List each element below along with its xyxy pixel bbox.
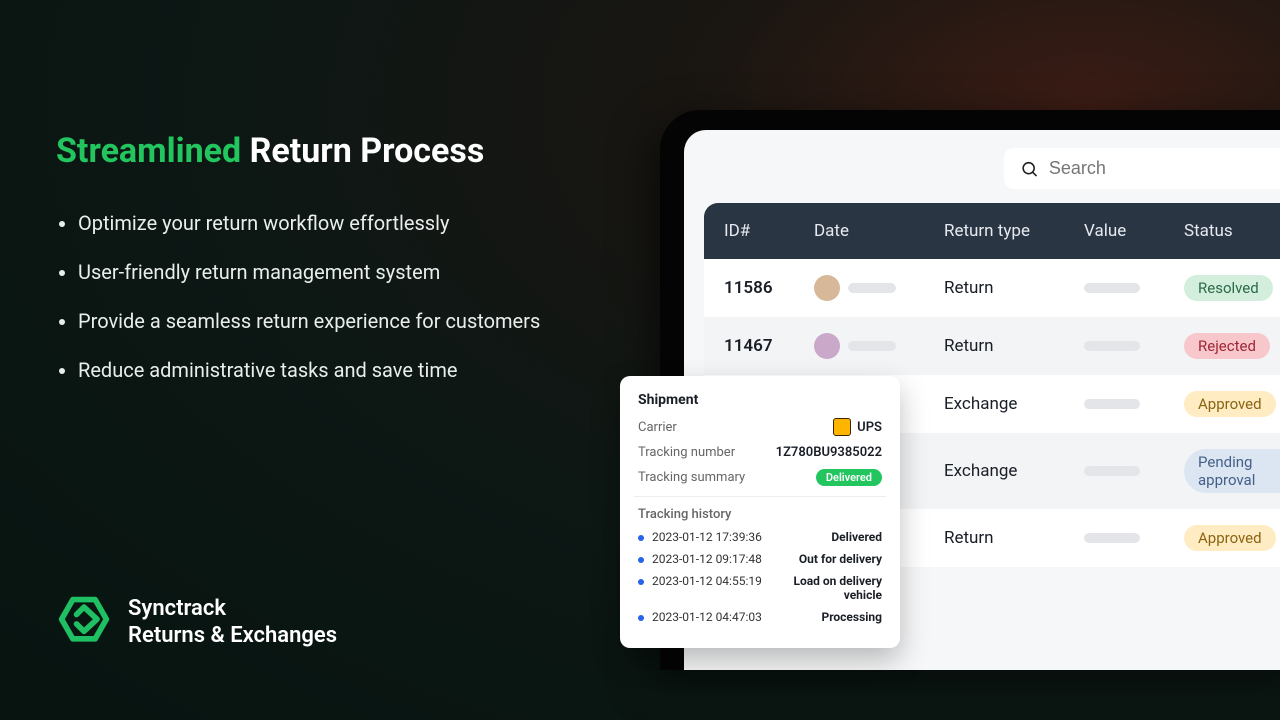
history-row: 2023-01-12 04:47:03 Processing xyxy=(638,610,882,624)
cell-return-type: Return xyxy=(944,528,1084,548)
col-date: Date xyxy=(814,221,944,241)
page-title: Streamlined Return Process xyxy=(56,130,596,173)
cell-status: Rejected xyxy=(1184,333,1280,359)
feature-item: User-friendly return management system xyxy=(78,258,596,287)
avatar xyxy=(814,333,840,359)
history-status: Out for delivery xyxy=(799,552,882,566)
status-badge: Approved xyxy=(1184,391,1276,417)
value-placeholder xyxy=(1084,399,1140,409)
cell-value xyxy=(1084,336,1184,356)
search-icon xyxy=(1020,159,1039,179)
history-row: 2023-01-12 17:39:36 Delivered xyxy=(638,530,882,544)
cell-status: Approved xyxy=(1184,391,1280,417)
shipment-title: Shipment xyxy=(638,392,882,408)
cell-id: 11586 xyxy=(724,278,814,298)
cell-return-type: Exchange xyxy=(944,461,1084,481)
tracking-number-value: 1Z780BU9385022 xyxy=(776,445,882,460)
shipment-card: Shipment Carrier UPS Tracking number 1Z7… xyxy=(620,376,900,648)
history-timestamp: 2023-01-12 04:47:03 xyxy=(652,610,813,624)
bullet-icon xyxy=(638,615,644,621)
title-rest: Return Process xyxy=(250,131,485,171)
brand-logo-icon xyxy=(56,594,112,650)
cell-id: 11467 xyxy=(724,336,814,356)
history-timestamp: 2023-01-12 17:39:36 xyxy=(652,530,823,544)
status-badge: Resolved xyxy=(1184,275,1273,301)
history-status: Processing xyxy=(821,610,882,624)
cell-status: Resolved xyxy=(1184,275,1280,301)
col-id: ID# xyxy=(724,221,814,241)
col-value: Value xyxy=(1084,221,1184,241)
date-placeholder xyxy=(848,341,896,351)
history-timestamp: 2023-01-12 09:17:48 xyxy=(652,552,791,566)
feature-item: Optimize your return workflow effortless… xyxy=(78,209,596,238)
carrier-label: Carrier xyxy=(638,420,677,435)
feature-item: Reduce administrative tasks and save tim… xyxy=(78,356,596,385)
search-input[interactable] xyxy=(1049,158,1280,179)
tracking-summary-label: Tracking summary xyxy=(638,470,745,485)
cell-value xyxy=(1084,528,1184,548)
bullet-icon xyxy=(638,535,644,541)
col-status: Status xyxy=(1184,221,1280,241)
cell-value xyxy=(1084,394,1184,414)
cell-return-type: Exchange xyxy=(944,394,1084,414)
brand-name-line2: Returns & Exchanges xyxy=(128,622,337,650)
value-placeholder xyxy=(1084,466,1140,476)
cell-return-type: Return xyxy=(944,278,1084,298)
date-placeholder xyxy=(848,283,896,293)
bullet-icon xyxy=(638,579,644,585)
history-status: Delivered xyxy=(831,530,882,544)
col-type: Return type xyxy=(944,221,1084,241)
cell-date xyxy=(814,333,944,359)
history-status: Load on delivery vehicle xyxy=(782,574,882,602)
value-placeholder xyxy=(1084,283,1140,293)
cell-value xyxy=(1084,461,1184,481)
ups-logo-icon xyxy=(833,418,851,436)
title-accent: Streamlined xyxy=(56,131,241,171)
status-badge: Pending approval xyxy=(1184,449,1280,493)
cell-status: Pending approval xyxy=(1184,449,1280,493)
tracking-history-title: Tracking history xyxy=(638,507,882,522)
value-placeholder xyxy=(1084,533,1140,543)
history-row: 2023-01-12 09:17:48 Out for delivery xyxy=(638,552,882,566)
status-badge: Rejected xyxy=(1184,333,1270,359)
cell-date xyxy=(814,275,944,301)
avatar xyxy=(814,275,840,301)
history-row: 2023-01-12 04:55:19 Load on delivery vehi… xyxy=(638,574,882,602)
brand-block: Synctrack Returns & Exchanges xyxy=(56,594,337,650)
divider xyxy=(634,496,886,497)
table-header-row: ID# Date Return type Value Status xyxy=(704,203,1280,259)
cell-status: Approved xyxy=(1184,525,1280,551)
feature-item: Provide a seamless return experience for… xyxy=(78,307,596,336)
cell-value xyxy=(1084,278,1184,298)
status-badge: Approved xyxy=(1184,525,1276,551)
tracking-number-label: Tracking number xyxy=(638,445,735,460)
bullet-icon xyxy=(638,557,644,563)
brand-name-line1: Synctrack xyxy=(128,595,337,623)
value-placeholder xyxy=(1084,341,1140,351)
table-row[interactable]: 11467 Return Rejected xyxy=(704,317,1280,375)
feature-list: Optimize your return workflow effortless… xyxy=(56,209,596,385)
table-row[interactable]: 11586 Return Resolved xyxy=(704,259,1280,317)
carrier-value: UPS xyxy=(833,418,882,436)
search-bar[interactable] xyxy=(1004,148,1280,189)
history-timestamp: 2023-01-12 04:55:19 xyxy=(652,574,774,588)
cell-return-type: Return xyxy=(944,336,1084,356)
delivered-badge: Delivered xyxy=(816,469,882,486)
